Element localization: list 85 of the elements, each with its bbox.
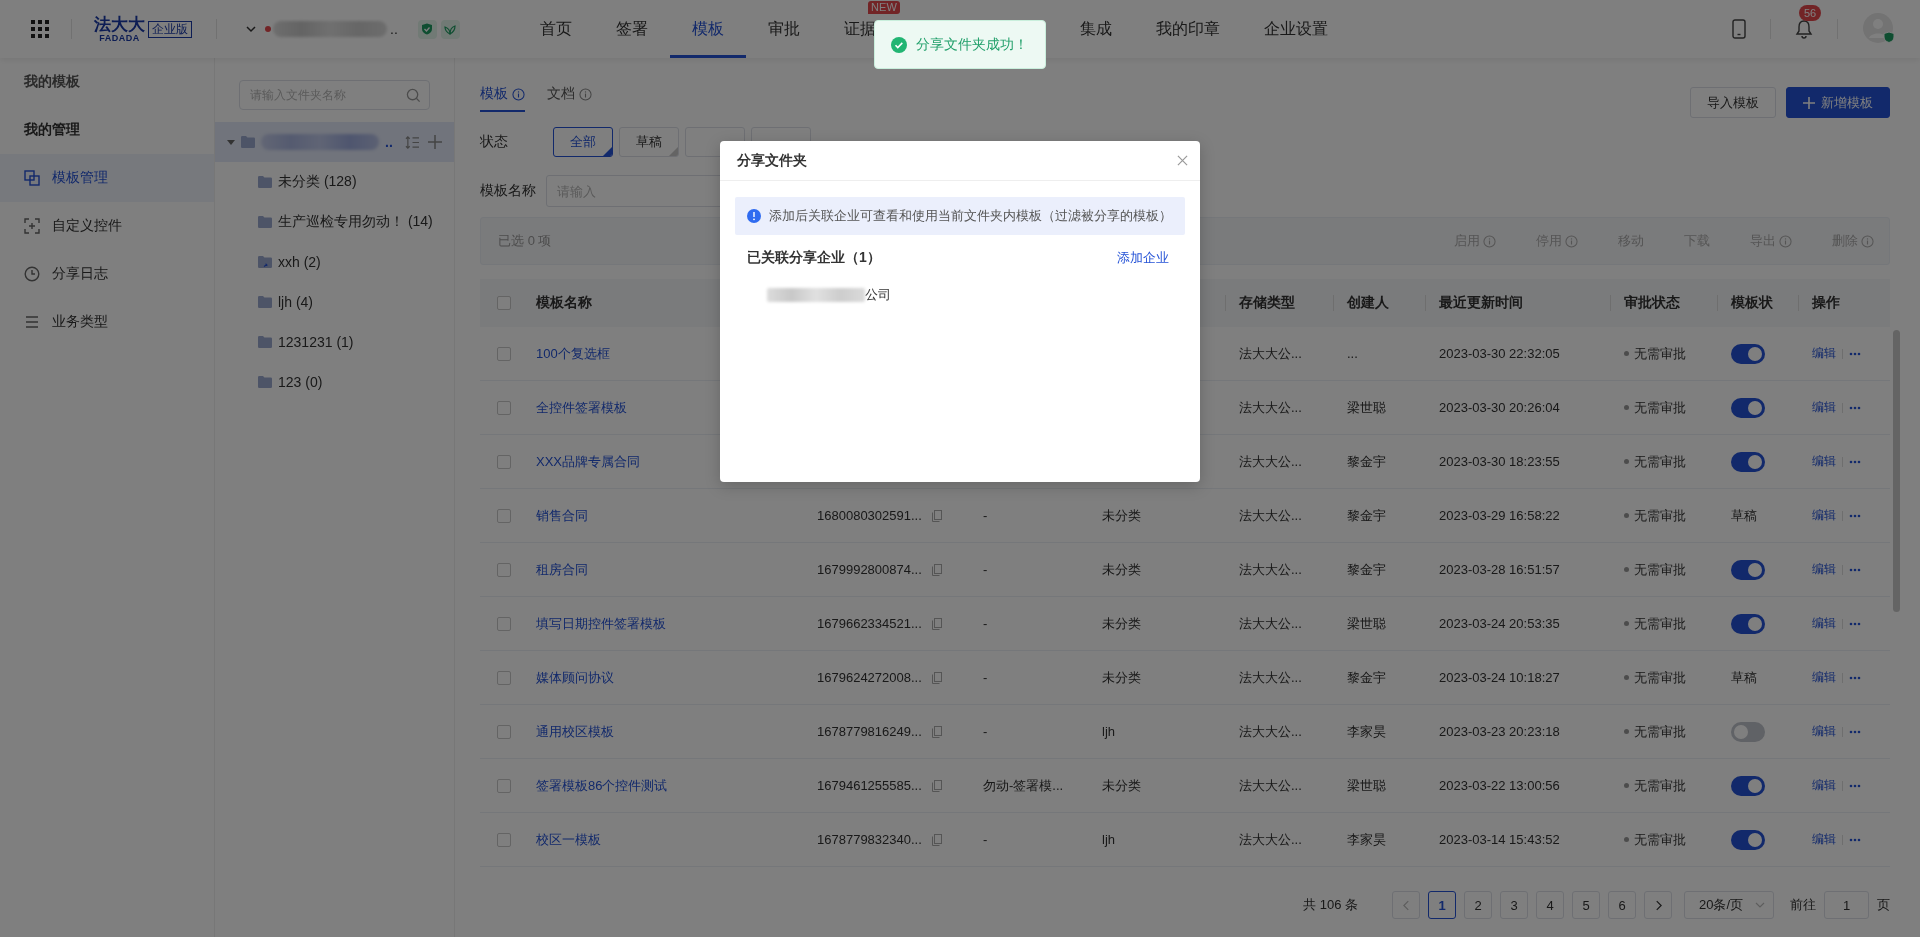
table-cell: ljh	[1088, 705, 1225, 759]
dialog-title: 分享文件夹	[737, 151, 807, 170]
edition-badge: 企业版	[148, 20, 192, 38]
approval-status: 无需审批	[1624, 614, 1686, 633]
new-badge: NEW	[868, 1, 900, 14]
column-header: 存储类型	[1225, 279, 1333, 327]
table-cell: -	[969, 813, 1088, 867]
table-cell: 法大大公...	[1225, 327, 1333, 381]
approval-status: 无需审批	[1624, 452, 1686, 471]
template-id: 1679461255585...	[817, 778, 922, 793]
page-suffix: 页	[1877, 896, 1890, 914]
table-cell: -	[969, 543, 1088, 597]
notification-count: 56	[1799, 5, 1822, 21]
table-cell: 未分类	[1088, 597, 1225, 651]
table-cell: 黎金宇	[1333, 651, 1425, 705]
filter-label: 模板名称	[480, 182, 537, 200]
table-cell: 草稿	[1717, 489, 1798, 543]
company-name: 公司	[865, 286, 891, 304]
table-cell: 法大大公...	[1225, 543, 1333, 597]
table-cell: ...	[1333, 327, 1425, 381]
template-id: 1678779832340...	[817, 832, 922, 847]
table-cell: 未分类	[1088, 651, 1225, 705]
logo-wordmark: 法大大	[94, 15, 145, 33]
table-cell: 草稿	[1717, 651, 1798, 705]
template-id: 1679992800874...	[817, 562, 922, 577]
table-cell: 2023-03-23 20:23:18	[1425, 705, 1610, 759]
section-title: 已关联分享企业（1）	[747, 249, 881, 267]
table-cell: -	[969, 651, 1088, 705]
table-cell: 法大大公...	[1225, 597, 1333, 651]
approval-status: 无需审批	[1624, 830, 1686, 849]
approval-status: 无需审批	[1624, 722, 1686, 741]
column-header: 模板状	[1717, 279, 1798, 327]
approval-status: 无需审批	[1624, 560, 1686, 579]
template-id: 1680080302591...	[817, 508, 922, 523]
approval-status: 无需审批	[1624, 506, 1686, 525]
table-cell: 未分类	[1088, 543, 1225, 597]
goto-label: 前往	[1790, 896, 1816, 914]
toast-message: 分享文件夹成功！	[916, 35, 1028, 54]
column-header: 审批状态	[1610, 279, 1717, 327]
template-id: 1679662334521...	[817, 616, 922, 631]
table-cell: 2023-03-30 20:26:04	[1425, 381, 1610, 435]
table-cell: 李家昊	[1333, 813, 1425, 867]
column-header: 创建人	[1333, 279, 1425, 327]
table-cell: 黎金宇	[1333, 489, 1425, 543]
table-cell: ljh	[1088, 813, 1225, 867]
table-cell: 法大大公...	[1225, 651, 1333, 705]
table-cell: 梁世聪	[1333, 381, 1425, 435]
table-cell: 勿动-签署模...	[969, 759, 1088, 813]
table-cell: 梁世聪	[1333, 759, 1425, 813]
table-cell: 法大大公...	[1225, 759, 1333, 813]
column-header: 最近更新时间	[1425, 279, 1610, 327]
logo-latin-wordmark: FADADA	[99, 33, 140, 43]
total-count: 共 106 条	[1303, 896, 1358, 914]
table-cell: 未分类	[1088, 759, 1225, 813]
table-cell: 法大大公...	[1225, 381, 1333, 435]
table-cell: 黎金宇	[1333, 543, 1425, 597]
table-cell: 法大大公...	[1225, 489, 1333, 543]
table-cell: 黎金宇	[1333, 435, 1425, 489]
table-cell: -	[969, 705, 1088, 759]
table-cell: -	[969, 597, 1088, 651]
table-cell: 2023-03-30 22:32:05	[1425, 327, 1610, 381]
approval-status: 无需审批	[1624, 776, 1686, 795]
approval-status: 无需审批	[1624, 398, 1686, 417]
table-cell: 2023-03-14 15:43:52	[1425, 813, 1610, 867]
table-cell: 2023-03-22 13:00:56	[1425, 759, 1610, 813]
table-cell: 法大大公...	[1225, 435, 1333, 489]
table-cell: 梁世聪	[1333, 597, 1425, 651]
table-cell: 2023-03-28 16:51:57	[1425, 543, 1610, 597]
table-cell: 2023-03-30 18:23:55	[1425, 435, 1610, 489]
table-cell: 2023-03-24 20:53:35	[1425, 597, 1610, 651]
table-cell: 2023-03-29 16:58:22	[1425, 489, 1610, 543]
table-cell: 法大大公...	[1225, 813, 1333, 867]
table-cell: 未分类	[1088, 489, 1225, 543]
template-id: 1678779816249...	[817, 724, 922, 739]
notice-text: 添加后关联企业可查看和使用当前文件夹内模板（过滤被分享的模板）	[769, 207, 1172, 225]
table-cell: 2023-03-24 10:18:27	[1425, 651, 1610, 705]
table-cell: 李家昊	[1333, 705, 1425, 759]
approval-status: 无需审批	[1624, 344, 1686, 363]
approval-status: 无需审批	[1624, 668, 1686, 687]
template-id: 1679624272008...	[817, 670, 922, 685]
filter-label: 状态	[480, 132, 509, 151]
table-cell: -	[969, 489, 1088, 543]
column-header: 操作	[1798, 279, 1890, 327]
table-cell: 法大大公...	[1225, 705, 1333, 759]
folder-name: ..	[385, 134, 393, 150]
